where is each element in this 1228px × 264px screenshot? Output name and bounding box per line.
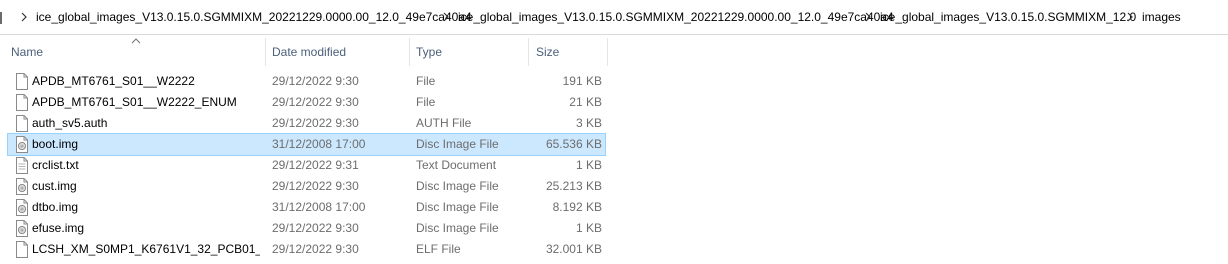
file-date-modified: 29/12/2022 9:30 xyxy=(272,242,359,256)
file-date-modified: 29/12/2022 9:30 xyxy=(272,116,359,130)
file-name: APDB_MT6761_S01__W2222 xyxy=(32,74,195,88)
chevron-right-icon[interactable] xyxy=(18,10,30,24)
column-header-type[interactable]: Type xyxy=(416,38,526,66)
file-size: 32.001 KB xyxy=(545,242,602,256)
file-name: APDB_MT6761_S01__W2222_ENUM xyxy=(32,95,237,109)
file-type: Disc Image File xyxy=(416,137,499,151)
file-row[interactable]: crclist.txt 29/12/2022 9:31 Text Document 1… xyxy=(8,155,605,176)
file-size: 1 KB xyxy=(575,158,602,172)
file-size: 1 KB xyxy=(575,221,602,235)
disc-image-file-icon xyxy=(16,220,28,237)
disc-image-file-icon xyxy=(16,178,28,195)
file-name: boot.img xyxy=(32,137,79,151)
breadcrumb-left-edge xyxy=(0,12,2,24)
file-date-modified: 29/12/2022 9:30 xyxy=(272,221,359,235)
file-name: cust.img xyxy=(32,179,77,193)
chevron-right-icon[interactable] xyxy=(440,10,452,24)
blank-file-icon xyxy=(16,241,28,258)
file-date-modified: 29/12/2022 9:30 xyxy=(272,74,359,88)
file-row[interactable]: dtbo.img 31/12/2008 17:00 Disc Image File 8… xyxy=(8,197,605,218)
file-row[interactable]: APDB_MT6761_S01__W2222 29/12/2022 9:30 Fil… xyxy=(8,71,605,92)
blank-file-icon xyxy=(16,115,28,132)
file-date-modified: 31/12/2008 17:00 xyxy=(272,200,366,214)
file-size: 3 KB xyxy=(575,116,602,130)
file-name: LCSH_XM_S0MP1_K6761V1_32_PCB01_M... xyxy=(32,242,260,256)
file-date-modified: 29/12/2022 9:30 xyxy=(272,179,359,193)
breadcrumb-segment-3[interactable]: ice_global_images_V13.0.15.0.SGMMIXM_12.… xyxy=(880,10,1136,24)
column-divider[interactable] xyxy=(409,38,410,66)
file-row[interactable]: APDB_MT6761_S01__W2222_ENUM 29/12/2022 9:… xyxy=(8,92,605,113)
file-type: Disc Image File xyxy=(416,221,499,235)
column-divider[interactable] xyxy=(528,38,529,66)
file-name: crclist.txt xyxy=(32,158,79,172)
file-row[interactable]: boot.img 31/12/2008 17:00 Disc Image File 6… xyxy=(7,133,606,156)
file-size: 191 KB xyxy=(562,74,602,88)
disc-image-file-icon xyxy=(16,199,28,216)
file-name: auth_sv5.auth xyxy=(32,116,108,130)
file-date-modified: 29/12/2022 9:30 xyxy=(272,95,359,109)
file-row[interactable]: auth_sv5.auth 29/12/2022 9:30 AUTH File 3 K… xyxy=(8,113,605,134)
column-header-size[interactable]: Size xyxy=(536,38,606,66)
file-size: 65.536 KB xyxy=(545,137,602,151)
file-type: File xyxy=(416,95,436,109)
file-name: efuse.img xyxy=(32,221,85,235)
file-size: 21 KB xyxy=(569,95,602,109)
column-divider[interactable] xyxy=(607,38,608,66)
disc-image-file-icon xyxy=(16,136,28,153)
file-size: 25.213 KB xyxy=(545,179,602,193)
column-divider[interactable] xyxy=(265,38,266,66)
file-row[interactable]: cust.img 29/12/2022 9:30 Disc Image File 25… xyxy=(8,176,605,197)
blank-file-icon xyxy=(16,73,28,90)
file-type: File xyxy=(416,74,436,88)
file-type: ELF File xyxy=(416,242,461,256)
file-type: AUTH File xyxy=(416,116,472,130)
column-header-name[interactable]: Name xyxy=(11,38,261,66)
file-row[interactable]: LCSH_XM_S0MP1_K6761V1_32_PCB01_M... 29/12… xyxy=(8,239,605,260)
address-breadcrumb: ice_global_images_V13.0.15.0.SGMMIXM_202… xyxy=(0,0,1228,35)
file-row[interactable]: efuse.img 29/12/2022 9:30 Disc Image File 1… xyxy=(8,218,605,239)
text-file-icon xyxy=(16,157,28,174)
breadcrumb-segment-1[interactable]: ice_global_images_V13.0.15.0.SGMMIXM_202… xyxy=(36,10,472,24)
file-type: Disc Image File xyxy=(416,179,499,193)
breadcrumb-segment-4[interactable]: images xyxy=(1142,10,1181,24)
column-header-date-modified[interactable]: Date modified xyxy=(272,38,407,66)
file-type: Disc Image File xyxy=(416,200,499,214)
file-name: dtbo.img xyxy=(32,200,79,214)
column-header-row: Name Date modified Type Size xyxy=(0,38,620,66)
chevron-right-icon[interactable] xyxy=(862,10,874,24)
blank-file-icon xyxy=(16,94,28,111)
breadcrumb-segment-2[interactable]: ice_global_images_V13.0.15.0.SGMMIXM_202… xyxy=(458,10,894,24)
file-date-modified: 29/12/2022 9:31 xyxy=(272,158,359,172)
file-size: 8.192 KB xyxy=(552,200,602,214)
file-date-modified: 31/12/2008 17:00 xyxy=(272,137,366,151)
file-type: Text Document xyxy=(416,158,497,172)
chevron-right-icon[interactable] xyxy=(1124,10,1136,24)
